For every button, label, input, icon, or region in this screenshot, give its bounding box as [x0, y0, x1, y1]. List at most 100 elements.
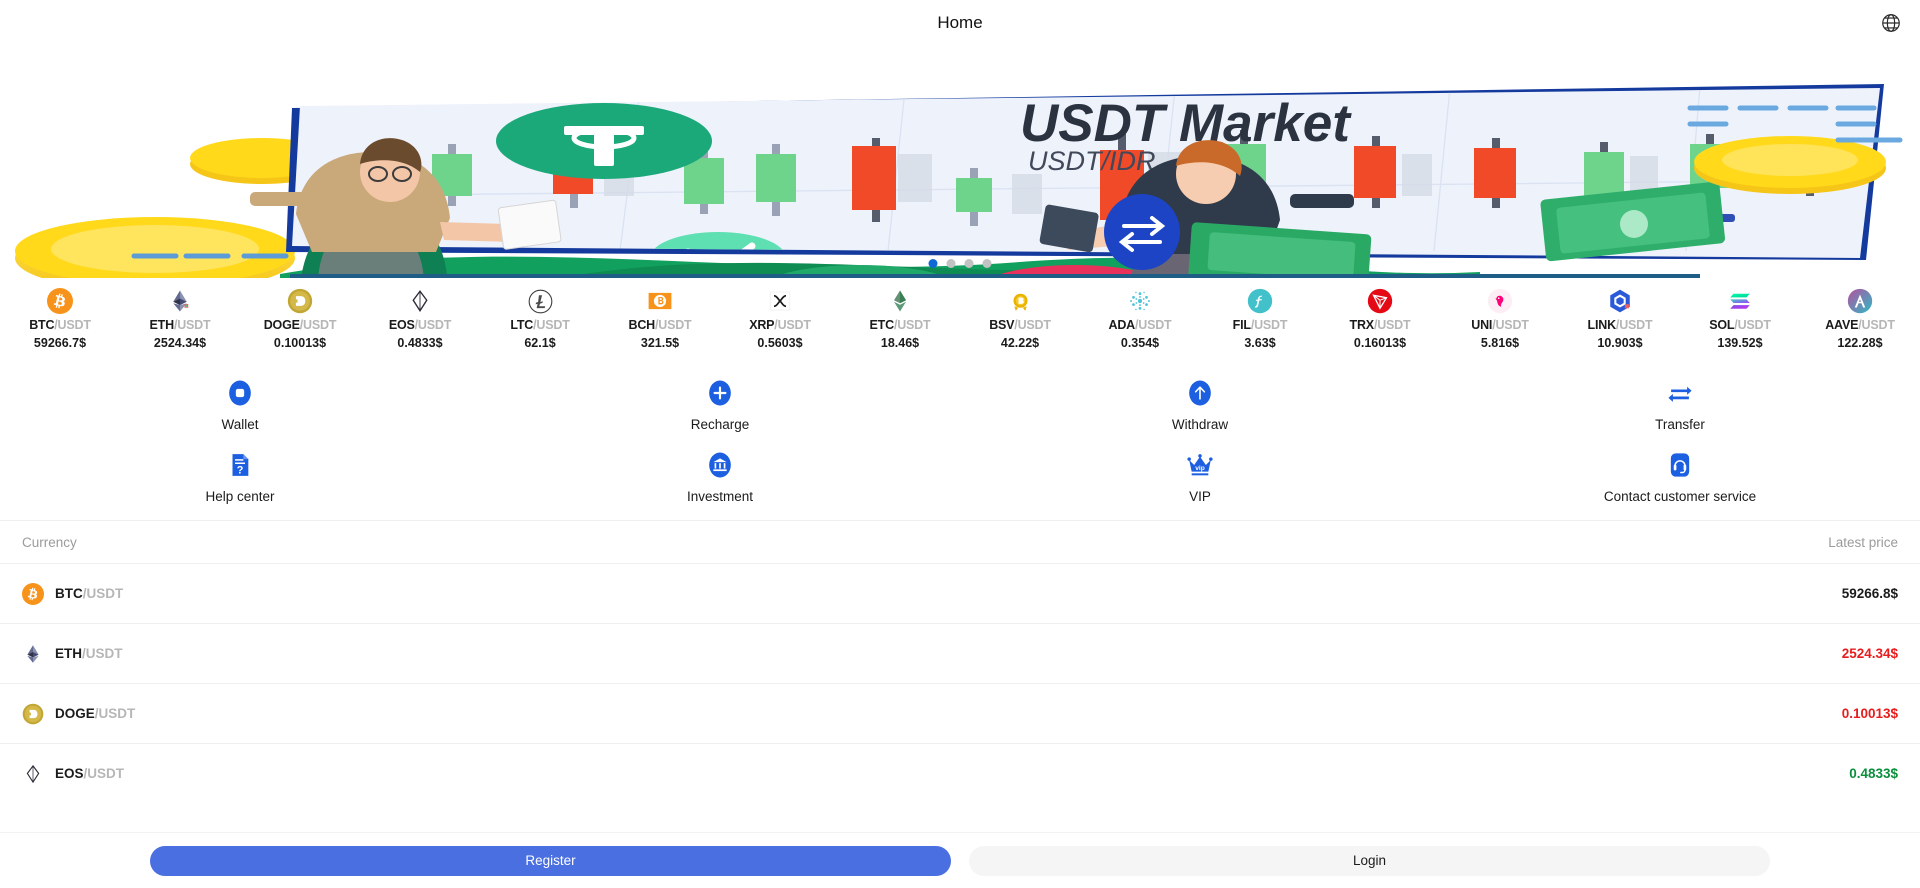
- ticker-trx[interactable]: TRX/USDT 0.16013$: [1320, 288, 1440, 350]
- eos-icon: [22, 763, 44, 785]
- promo-banner-carousel[interactable]: USDT Market USDT/IDR BUY SELL: [0, 46, 1920, 278]
- doge-icon: [22, 703, 44, 725]
- btc-icon: [47, 288, 73, 314]
- ticker-pair-label: LINK/USDT: [1588, 318, 1653, 332]
- ticker-price: 3.63$: [1244, 336, 1275, 350]
- ticker-price: 10.903$: [1597, 336, 1642, 350]
- ticker-bch[interactable]: BCH/USDT 321.5$: [600, 288, 720, 350]
- ticker-pair-label: BCH/USDT: [629, 318, 692, 332]
- ticker-xrp[interactable]: XRP/USDT 0.5603$: [720, 288, 840, 350]
- ticker-pair-label: ETH/USDT: [150, 318, 211, 332]
- fil-icon: [1247, 288, 1273, 314]
- trx-icon: [1367, 288, 1393, 314]
- quick-actions-row-2: ? Help center Investment vip VIP Contact…: [0, 436, 1920, 520]
- action-vip[interactable]: vip VIP: [960, 448, 1440, 504]
- ticker-link[interactable]: LINK/USDT 10.903$: [1560, 288, 1680, 350]
- ticker-aave[interactable]: AAVE/USDT 122.28$: [1800, 288, 1920, 350]
- ticker-price: 2524.34$: [154, 336, 206, 350]
- wallet-icon: [223, 376, 257, 410]
- ticker-price: 62.1$: [524, 336, 555, 350]
- register-button[interactable]: Register: [150, 846, 951, 876]
- action-label: Withdraw: [1172, 417, 1228, 432]
- ticker-doge[interactable]: DOGE/USDT 0.10013$: [240, 288, 360, 350]
- row-currency: DOGE/USDT: [22, 703, 135, 725]
- plus-circle-icon: [703, 376, 737, 410]
- eth-icon: [22, 643, 44, 665]
- ticker-fil[interactable]: FIL/USDT 3.63$: [1200, 288, 1320, 350]
- table-row[interactable]: ETH/USDT 2524.34$: [0, 623, 1920, 683]
- ticker-sol[interactable]: SOL/USDT 139.52$: [1680, 288, 1800, 350]
- globe-icon[interactable]: [1876, 8, 1906, 38]
- currency-list: Currency Latest price BTC/USDT 59266.8$ …: [0, 520, 1920, 803]
- table-row[interactable]: BTC/USDT 59266.8$: [0, 563, 1920, 623]
- action-investment[interactable]: Investment: [480, 448, 960, 504]
- column-header-currency: Currency: [22, 535, 77, 550]
- ticker-price: 0.5603$: [757, 336, 802, 350]
- action-contact-customer-service[interactable]: Contact customer service: [1440, 448, 1920, 504]
- action-label: Transfer: [1655, 417, 1705, 432]
- ada-icon: [1127, 288, 1153, 314]
- action-recharge[interactable]: Recharge: [480, 376, 960, 432]
- ticker-pair-label: FIL/USDT: [1233, 318, 1288, 332]
- ticker-pair-label: AAVE/USDT: [1825, 318, 1895, 332]
- action-help-center[interactable]: ? Help center: [0, 448, 480, 504]
- bch-icon: [647, 288, 673, 314]
- currency-list-header: Currency Latest price: [0, 521, 1920, 563]
- aave-icon: [1847, 288, 1873, 314]
- action-label: Recharge: [691, 417, 750, 432]
- eth-icon: [167, 288, 193, 314]
- table-row[interactable]: DOGE/USDT 0.10013$: [0, 683, 1920, 743]
- table-row[interactable]: EOS/USDT 0.4833$: [0, 743, 1920, 803]
- row-currency: EOS/USDT: [22, 763, 124, 785]
- page-title: Home: [937, 13, 982, 33]
- ticker-ada[interactable]: ADA/USDT 0.354$: [1080, 288, 1200, 350]
- action-label: Contact customer service: [1604, 489, 1756, 504]
- ticker-uni[interactable]: UNI/USDT 5.816$: [1440, 288, 1560, 350]
- row-pair-label: BTC/USDT: [55, 586, 123, 601]
- carousel-dots[interactable]: [929, 259, 992, 268]
- carousel-dot-1[interactable]: [929, 259, 938, 268]
- carousel-dot-4[interactable]: [983, 259, 992, 268]
- ticker-etc[interactable]: ETC/USDT 18.46$: [840, 288, 960, 350]
- arrow-up-circle-icon: [1183, 376, 1217, 410]
- ticker-price: 5.816$: [1481, 336, 1519, 350]
- action-label: VIP: [1189, 489, 1211, 504]
- ticker-price: 0.16013$: [1354, 336, 1406, 350]
- ticker-price: 59266.7$: [34, 336, 86, 350]
- vip-crown-icon: vip: [1183, 448, 1217, 482]
- ticker-eos[interactable]: EOS/USDT 0.4833$: [360, 288, 480, 350]
- help-document-icon: ?: [223, 448, 257, 482]
- doge-icon: [287, 288, 313, 314]
- ltc-icon: [527, 288, 553, 314]
- banner-headline: USDT Market: [1020, 94, 1352, 153]
- row-pair-label: EOS/USDT: [55, 766, 124, 781]
- ticker-price: 0.4833$: [397, 336, 442, 350]
- svg-text:?: ?: [237, 464, 244, 476]
- carousel-dot-3[interactable]: [965, 259, 974, 268]
- ticker-price: 42.22$: [1001, 336, 1039, 350]
- ticker-pair-label: EOS/USDT: [389, 318, 451, 332]
- login-button[interactable]: Login: [969, 846, 1770, 876]
- ticker-price: 321.5$: [641, 336, 679, 350]
- headset-icon: [1663, 448, 1697, 482]
- banner-subhead: USDT/IDR: [1028, 146, 1156, 176]
- btc-icon: [22, 583, 44, 605]
- action-transfer[interactable]: Transfer: [1440, 376, 1920, 432]
- action-withdraw[interactable]: Withdraw: [960, 376, 1440, 432]
- ticker-btc[interactable]: BTC/USDT 59266.7$: [0, 288, 120, 350]
- ticker-ltc[interactable]: LTC/USDT 62.1$: [480, 288, 600, 350]
- ticker-pair-label: DOGE/USDT: [264, 318, 337, 332]
- carousel-dot-2[interactable]: [947, 259, 956, 268]
- ticker-pair-label: TRX/USDT: [1350, 318, 1411, 332]
- auth-bottom-bar: Register Login: [0, 832, 1920, 888]
- transfer-arrows-icon: [1663, 376, 1697, 410]
- ticker-bsv[interactable]: BSV/USDT 42.22$: [960, 288, 1080, 350]
- ticker-pair-label: LTC/USDT: [510, 318, 569, 332]
- row-pair-label: ETH/USDT: [55, 646, 123, 661]
- action-wallet[interactable]: Wallet: [0, 376, 480, 432]
- action-label: Help center: [205, 489, 274, 504]
- ticker-eth[interactable]: ETH/USDT 2524.34$: [120, 288, 240, 350]
- row-currency: ETH/USDT: [22, 643, 123, 665]
- uni-icon: [1487, 288, 1513, 314]
- ticker-pair-label: XRP/USDT: [749, 318, 811, 332]
